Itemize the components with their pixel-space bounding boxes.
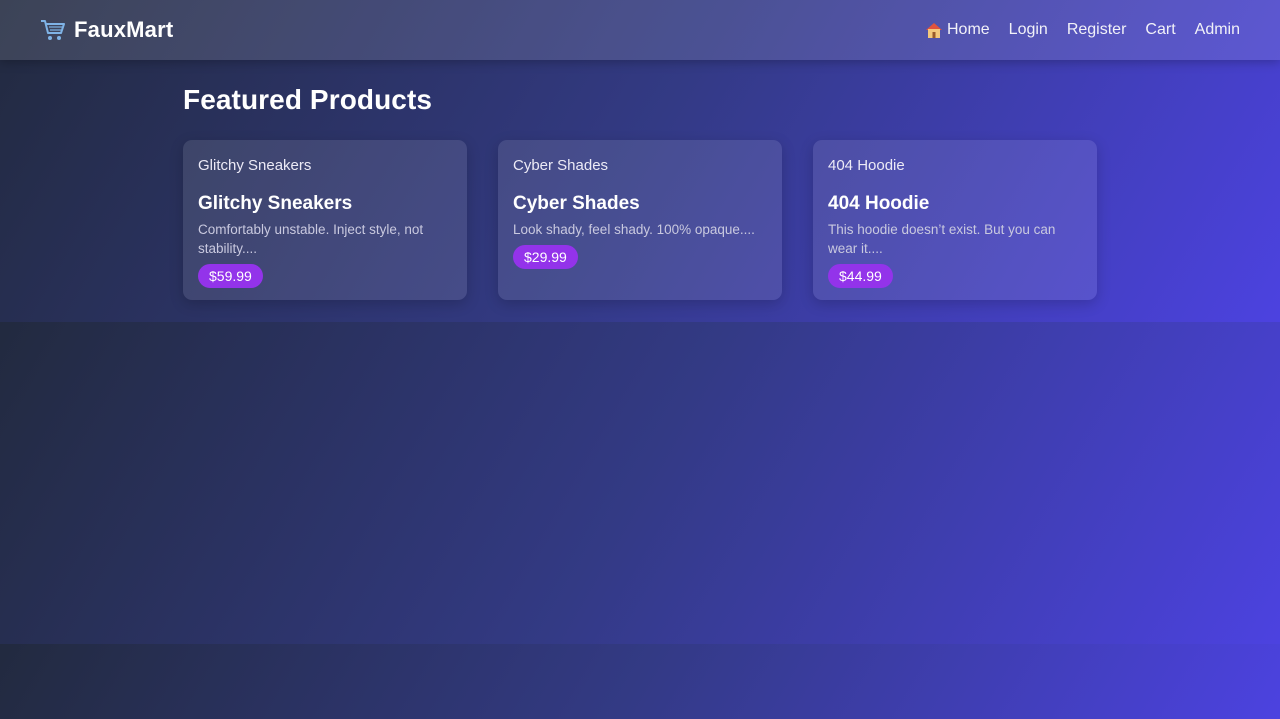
product-image-alt: Glitchy Sneakers bbox=[198, 157, 312, 174]
product-name: Glitchy Sneakers bbox=[198, 193, 353, 214]
product-image-alt: Cyber Shades bbox=[513, 157, 609, 174]
shopping-cart-icon bbox=[40, 18, 66, 42]
product-description: Comfortably unstable. Inject style, not … bbox=[198, 222, 424, 256]
nav-link-home[interactable]: Home bbox=[925, 21, 990, 39]
product-grid: Glitchy Sneakers Glitchy Sneakers Comfor… bbox=[183, 140, 1103, 300]
product-description: This hoodie doesn’t exist. But you can w… bbox=[828, 222, 1056, 256]
price-badge: $29.99 bbox=[513, 245, 578, 269]
product-name: Cyber Shades bbox=[513, 193, 640, 214]
top-navbar: FauxMart Home Login Register Cart Admin bbox=[0, 0, 1280, 60]
product-name: 404 Hoodie bbox=[828, 193, 930, 214]
nav-link-cart[interactable]: Cart bbox=[1145, 21, 1175, 39]
background-band bbox=[0, 644, 1280, 719]
price-badge: $44.99 bbox=[828, 264, 893, 288]
nav-link-label: Home bbox=[946, 21, 990, 38]
background-band bbox=[0, 322, 1280, 644]
price-badge: $59.99 bbox=[198, 264, 263, 288]
product-card[interactable]: Cyber Shades Cyber Shades Look shady, fe… bbox=[498, 140, 782, 300]
brand-link[interactable]: FauxMart bbox=[40, 17, 173, 43]
product-card[interactable]: Glitchy Sneakers Glitchy Sneakers Comfor… bbox=[183, 140, 467, 300]
product-image-alt: 404 Hoodie bbox=[828, 157, 905, 174]
product-card[interactable]: 404 Hoodie 404 Hoodie This hoodie doesn’… bbox=[813, 140, 1097, 300]
nav-link-register[interactable]: Register bbox=[1067, 21, 1127, 39]
house-icon bbox=[925, 22, 943, 39]
page-title: Featured Products bbox=[183, 84, 433, 115]
nav-links: Home Login Register Cart Admin bbox=[925, 21, 1240, 39]
nav-link-login[interactable]: Login bbox=[1009, 21, 1048, 39]
nav-link-admin[interactable]: Admin bbox=[1195, 21, 1240, 39]
main-content: Featured Products Glitchy Sneakers Glitc… bbox=[183, 60, 1103, 300]
brand-name: FauxMart bbox=[74, 17, 174, 42]
product-description: Look shady, feel shady. 100% opaque.... bbox=[513, 222, 755, 237]
